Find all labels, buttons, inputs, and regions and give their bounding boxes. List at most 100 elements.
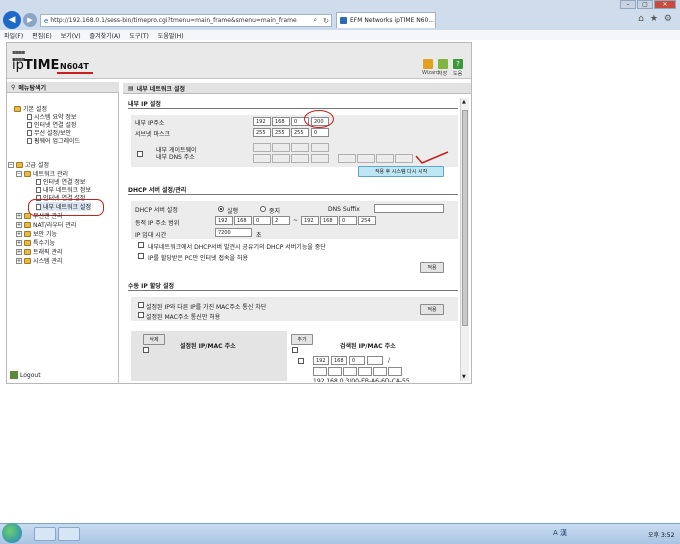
- gw-octet-2[interactable]: [272, 143, 290, 152]
- back-button[interactable]: ◀: [3, 11, 21, 29]
- dns1-octet-4[interactable]: [311, 154, 329, 163]
- taskbar-explorer-icon[interactable]: [58, 527, 80, 541]
- expand-icon[interactable]: +: [16, 230, 22, 237]
- minimize-button[interactable]: –: [620, 0, 636, 9]
- delete-button[interactable]: 삭제: [143, 334, 165, 345]
- new-mac-3[interactable]: [343, 367, 357, 376]
- clock[interactable]: 오후 3:52: [648, 530, 674, 539]
- logout-link[interactable]: Logout: [10, 371, 41, 379]
- tree-advanced-settings[interactable]: − 고급 설정: [8, 160, 49, 169]
- lease-input[interactable]: 7200: [215, 228, 252, 237]
- forward-button[interactable]: ▶: [23, 13, 37, 27]
- collapse-icon[interactable]: −: [16, 170, 22, 177]
- range-end-3[interactable]: 0: [339, 216, 357, 225]
- dhcp-stop-radio[interactable]: [260, 206, 266, 212]
- ip-octet-2[interactable]: 168: [272, 117, 290, 126]
- browser-tab[interactable]: EFM Networks ipTIME N60... ✕: [336, 12, 436, 28]
- mask-octet-1[interactable]: 255: [253, 128, 271, 137]
- range-end-1[interactable]: 192: [301, 216, 319, 225]
- dns1-octet-3[interactable]: [291, 154, 309, 163]
- tree-wireless-management[interactable]: + 무선랜 관리: [16, 211, 63, 220]
- select-all-configured-checkbox[interactable]: [143, 347, 149, 353]
- new-mac-4[interactable]: [358, 367, 372, 376]
- add-button[interactable]: 추가: [291, 334, 313, 345]
- dns2-octet-3[interactable]: [376, 154, 394, 163]
- new-ip-1[interactable]: 192: [313, 356, 329, 365]
- new-ip-2[interactable]: 168: [331, 356, 347, 365]
- address-bar[interactable]: e http://192.168.0.1/sess-bin/timepro.cg…: [40, 14, 332, 27]
- dhcp-detect-checkbox[interactable]: [138, 242, 144, 248]
- save-icon[interactable]: [438, 59, 448, 69]
- mask-octet-2[interactable]: 255: [272, 128, 290, 137]
- close-window-button[interactable]: ✕: [654, 0, 676, 9]
- expand-icon[interactable]: +: [16, 257, 22, 264]
- block-mac-checkbox[interactable]: [138, 302, 144, 308]
- new-ip-3[interactable]: 0: [349, 356, 365, 365]
- menu-favorites[interactable]: 즐겨찾기(A): [90, 31, 121, 40]
- dns2-octet-4[interactable]: [395, 154, 413, 163]
- wizard-icon[interactable]: [423, 59, 433, 69]
- apply-restart-button[interactable]: 적용 후 시스템 다시 시작: [358, 166, 444, 177]
- menu-view[interactable]: 보기(V): [61, 31, 81, 40]
- range-start-2[interactable]: 168: [234, 216, 252, 225]
- menu-file[interactable]: 파일(F): [4, 31, 23, 40]
- menu-tools[interactable]: 도구(T): [129, 31, 148, 40]
- expand-icon[interactable]: +: [16, 239, 22, 246]
- dns2-octet-1[interactable]: [338, 154, 356, 163]
- range-end-2[interactable]: 168: [320, 216, 338, 225]
- start-button[interactable]: [2, 523, 22, 543]
- new-mac-2[interactable]: [328, 367, 342, 376]
- new-mac-1[interactable]: [313, 367, 327, 376]
- select-all-searched-checkbox[interactable]: [292, 347, 298, 353]
- expand-icon[interactable]: +: [16, 221, 22, 228]
- maximize-button[interactable]: ▢: [637, 0, 653, 9]
- new-mac-5[interactable]: [373, 367, 387, 376]
- scroll-down-icon[interactable]: ▼: [462, 374, 466, 380]
- content-scrollbar[interactable]: ▲ ▼: [460, 98, 469, 381]
- range-start-4[interactable]: 2: [272, 216, 290, 225]
- help-icon[interactable]: ?: [453, 59, 463, 69]
- scroll-up-icon[interactable]: ▲: [462, 99, 466, 105]
- tree-item-firmware[interactable]: 펌웨어 업그레이드: [27, 136, 80, 145]
- taskbar-ie-icon[interactable]: [34, 527, 56, 541]
- tree-traffic[interactable]: + 트래픽 관리: [16, 247, 63, 256]
- gw-octet-4[interactable]: [311, 143, 329, 152]
- refresh-icon[interactable]: ↻: [321, 17, 331, 25]
- dns-suffix-input[interactable]: [374, 204, 444, 213]
- tree-system[interactable]: + 시스템 관리: [16, 256, 63, 265]
- mask-octet-3[interactable]: 255: [291, 128, 309, 137]
- ime-indicator[interactable]: A 漢: [553, 528, 567, 538]
- new-ip-4[interactable]: [367, 356, 383, 365]
- range-start-3[interactable]: 0: [253, 216, 271, 225]
- tree-nat-router[interactable]: + NAT/라우터 관리: [16, 220, 76, 229]
- gateway-dns-checkbox[interactable]: [137, 151, 143, 157]
- address-url[interactable]: http://192.168.0.1/sess-bin/timepro.cgi?…: [50, 17, 309, 24]
- tree-security[interactable]: + 보안 기능: [16, 229, 57, 238]
- settings-gear-icon[interactable]: ⚙: [664, 14, 672, 24]
- allow-assigned-checkbox[interactable]: [138, 253, 144, 259]
- dns2-octet-2[interactable]: [357, 154, 375, 163]
- gw-octet-3[interactable]: [291, 143, 309, 152]
- scrollbar-thumb[interactable]: [462, 110, 468, 326]
- gw-octet-1[interactable]: [253, 143, 271, 152]
- favorites-star-icon[interactable]: ★: [650, 14, 658, 24]
- new-entry-checkbox[interactable]: [298, 358, 304, 364]
- range-start-1[interactable]: 192: [215, 216, 233, 225]
- home-icon[interactable]: ⌂: [638, 14, 644, 24]
- menu-edit[interactable]: 편집(E): [32, 31, 52, 40]
- new-mac-6[interactable]: [388, 367, 402, 376]
- expand-icon[interactable]: +: [16, 248, 22, 255]
- dns1-octet-1[interactable]: [253, 154, 271, 163]
- mask-octet-4[interactable]: 0: [311, 128, 329, 137]
- dhcp-apply-button[interactable]: 적용: [420, 262, 444, 273]
- collapse-icon[interactable]: −: [8, 161, 14, 168]
- dhcp-run-radio[interactable]: [218, 206, 224, 212]
- allow-mac-checkbox[interactable]: [138, 312, 144, 318]
- expand-icon[interactable]: +: [16, 212, 22, 219]
- tree-special[interactable]: + 특수기능: [16, 238, 55, 247]
- range-end-4[interactable]: 254: [358, 216, 376, 225]
- search-icon[interactable]: ⌕: [311, 16, 319, 25]
- dns1-octet-2[interactable]: [272, 154, 290, 163]
- ip-octet-1[interactable]: 192: [253, 117, 271, 126]
- manual-apply-button[interactable]: 적용: [420, 304, 444, 315]
